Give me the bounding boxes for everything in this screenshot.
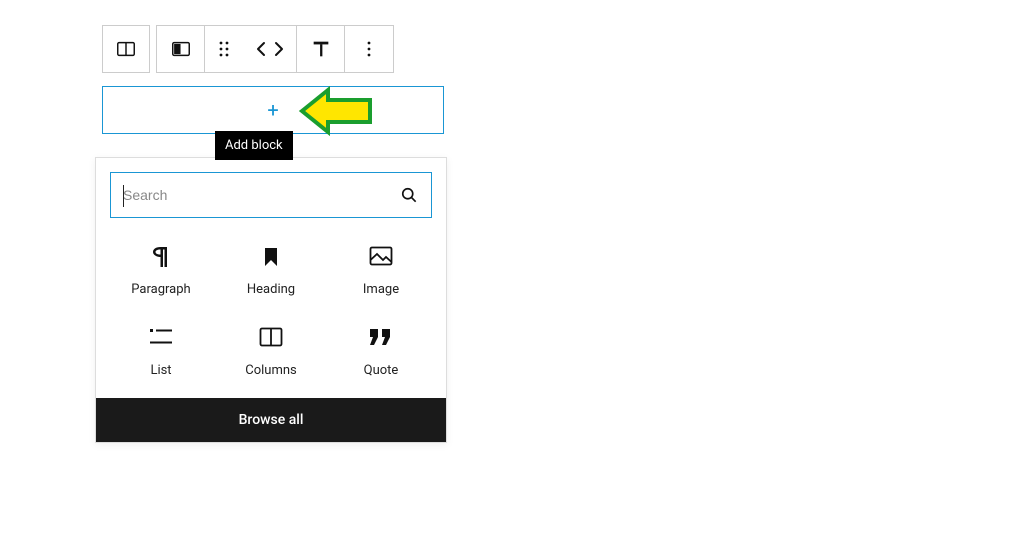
toolbar-more-button[interactable] [345,25,393,73]
block-toolbar [102,25,447,73]
browse-all-button[interactable]: Browse all [96,398,446,442]
more-vertical-icon [360,40,378,58]
toolbar-row-height-button[interactable] [297,25,345,73]
column-align-icon [170,38,192,60]
heading-icon [263,244,279,268]
block-label: Heading [247,282,295,297]
toolbar-group [156,25,394,73]
add-block-tooltip: Add block [215,131,293,160]
paragraph-icon [151,244,171,268]
block-item-columns[interactable]: Columns [216,325,326,378]
block-inserter-popover: Paragraph Heading Image [95,157,447,443]
block-item-list[interactable]: List [106,325,216,378]
drag-handle-icon [217,40,231,58]
image-icon [369,244,393,268]
chevron-left-right-icon [252,39,288,59]
block-item-image[interactable]: Image [326,244,436,297]
block-item-paragraph[interactable]: Paragraph [106,244,216,297]
columns-icon [115,38,137,60]
search-icon [399,185,419,205]
block-item-heading[interactable]: Heading [216,244,326,297]
toolbar-drag-handle[interactable] [205,25,243,73]
block-label: Columns [245,363,297,378]
block-label: Paragraph [131,282,190,297]
block-grid: Paragraph Heading Image [96,232,446,398]
block-label: List [150,363,171,378]
quote-icon [370,325,392,349]
text-cursor [123,185,124,207]
search-box[interactable] [110,172,432,218]
toolbar-columns-block-button[interactable] [102,25,150,73]
list-icon [150,325,172,349]
columns-block-icon [259,325,283,349]
toolbar-align-button[interactable] [157,25,205,73]
row-height-icon [310,38,332,60]
add-block-appender[interactable]: + Add block [102,86,444,134]
toolbar-move-button[interactable] [243,25,297,73]
plus-icon: + [267,100,278,120]
arrow-pointer-annotation [296,82,376,140]
search-input[interactable] [123,187,399,203]
block-label: Quote [364,363,399,378]
block-item-quote[interactable]: Quote [326,325,436,378]
block-label: Image [363,282,399,297]
